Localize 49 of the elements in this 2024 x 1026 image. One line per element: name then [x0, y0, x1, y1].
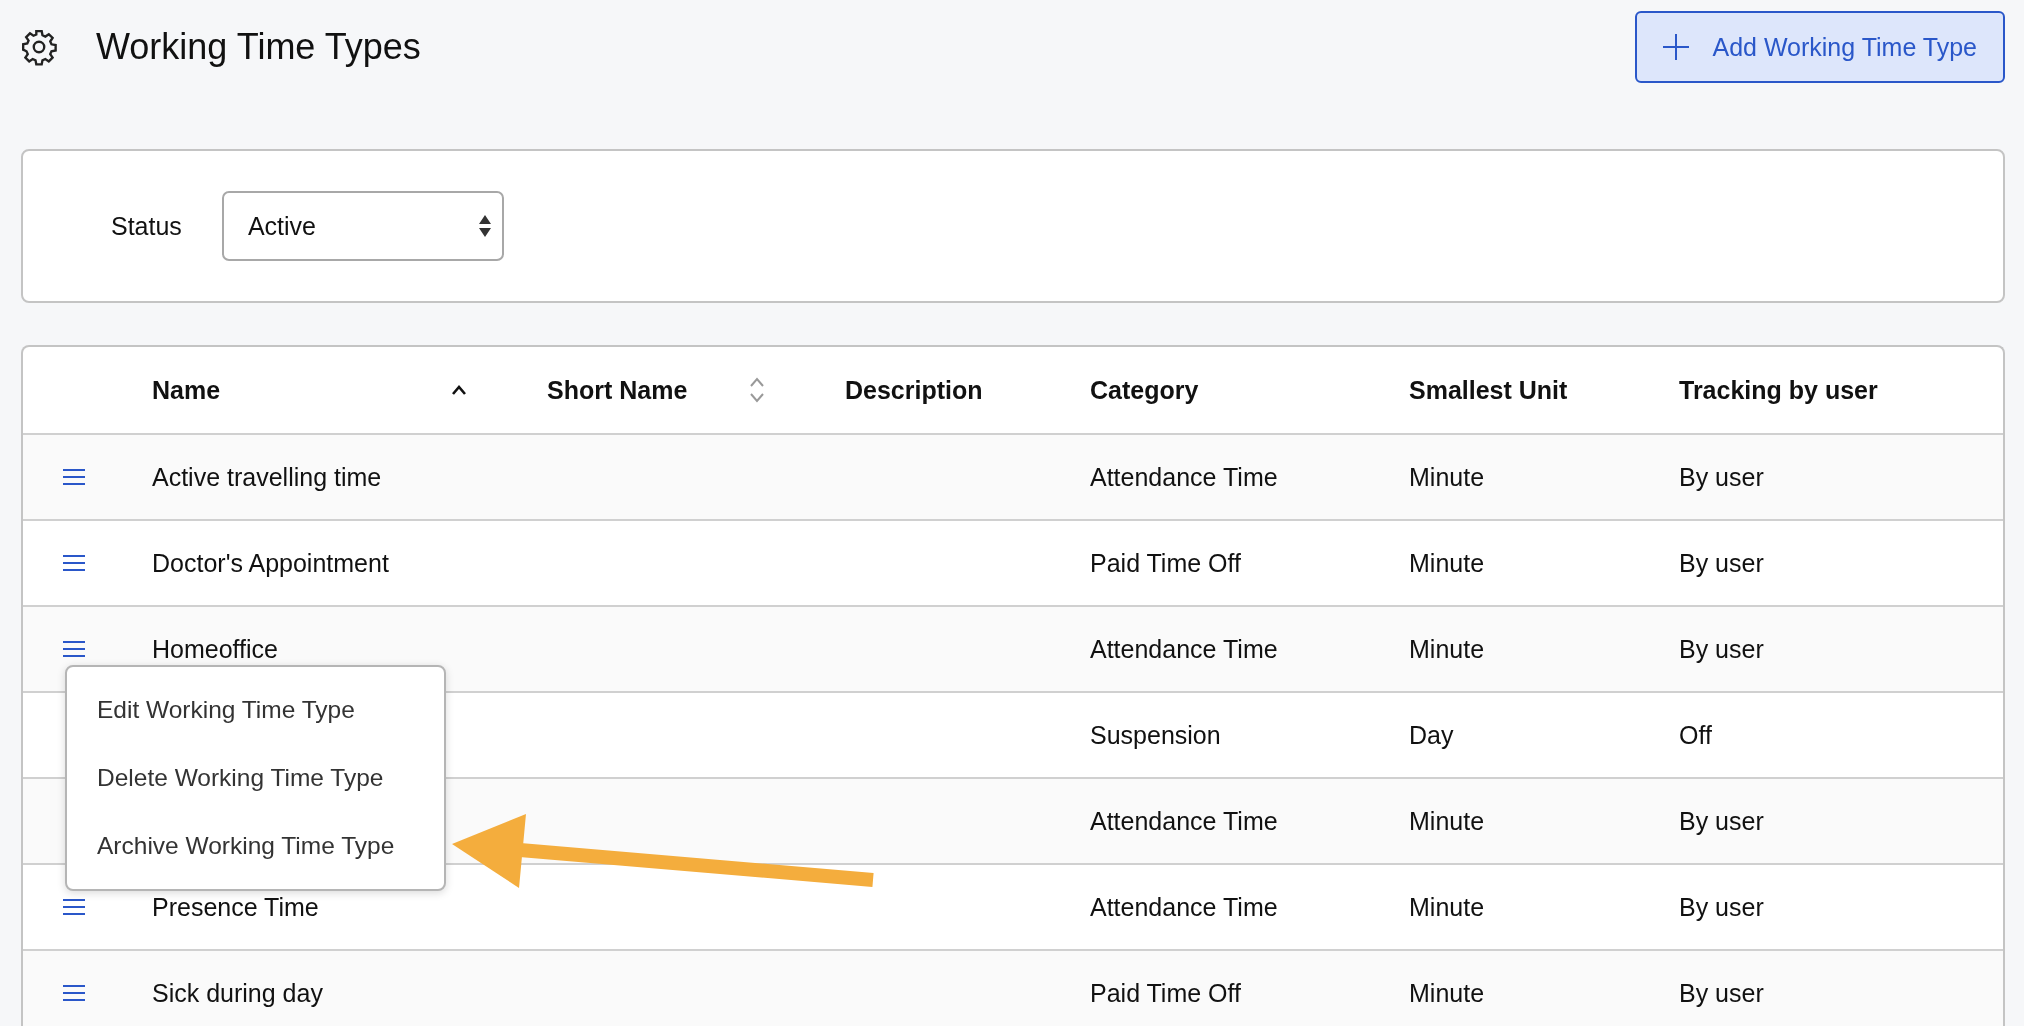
table-cell: Minute	[1409, 462, 1485, 491]
table-cell: Minute	[1409, 548, 1485, 577]
table-cell: Attendance Time	[1090, 634, 1278, 663]
table-cell: Attendance Time	[1090, 462, 1278, 491]
column-header: Tracking by user	[1679, 375, 1878, 404]
table-cell: By user	[1679, 548, 1764, 577]
table-cell: Paid Time Off	[1090, 978, 1241, 1007]
menu-icon[interactable]	[62, 554, 86, 572]
up-down-icon	[477, 214, 492, 238]
table-cell: Minute	[1409, 634, 1485, 663]
table-cell: Sick during day	[152, 978, 323, 1007]
table-cell: Attendance Time	[1090, 806, 1278, 835]
menu-item[interactable]: Delete Working Time Type	[67, 744, 444, 812]
table-cell: Presence Time	[152, 892, 319, 921]
column-header: Smallest Unit	[1409, 375, 1568, 404]
column-header[interactable]: Name	[152, 375, 221, 405]
column-header: Description	[845, 375, 983, 404]
status-label: Status	[111, 211, 182, 241]
table-cell: Paid Time Off	[1090, 548, 1241, 577]
table-cell: Off	[1679, 720, 1712, 749]
table-cell: Minute	[1409, 806, 1485, 835]
column-header: Category	[1090, 375, 1199, 404]
page-title: Working Time Types	[96, 26, 422, 68]
menu-icon[interactable]	[62, 984, 86, 1002]
table-cell: Suspension	[1090, 720, 1221, 749]
table-cell: Minute	[1409, 892, 1485, 921]
table-cell: By user	[1679, 978, 1764, 1007]
sort-icon[interactable]	[749, 376, 765, 404]
table-cell: By user	[1679, 892, 1764, 921]
status-select[interactable]: Active	[221, 191, 504, 261]
menu-icon[interactable]	[62, 640, 86, 658]
table-cell: Homeoffice	[152, 634, 278, 663]
plus-icon	[1660, 32, 1691, 62]
table-cell: By user	[1679, 462, 1764, 491]
table-cell: Active travelling time	[152, 462, 382, 491]
settings-icon[interactable]	[20, 28, 58, 66]
table-cell: Doctor's Appointment	[152, 548, 389, 577]
menu-item[interactable]: Archive Working Time Type	[67, 812, 444, 880]
menu-icon[interactable]	[62, 468, 86, 486]
table-cell: Attendance Time	[1090, 892, 1278, 921]
table-cell: Day	[1409, 720, 1454, 749]
sort-up-icon[interactable]	[451, 385, 467, 395]
menu-icon[interactable]	[62, 898, 86, 916]
table-cell: By user	[1679, 806, 1764, 835]
table-cell: By user	[1679, 634, 1764, 663]
add-button[interactable]: Add Working Time Type	[1634, 11, 2005, 83]
column-header[interactable]: Short Name	[547, 375, 688, 405]
menu-item[interactable]: Edit Working Time Type	[67, 676, 444, 744]
table-cell: Minute	[1409, 978, 1485, 1007]
